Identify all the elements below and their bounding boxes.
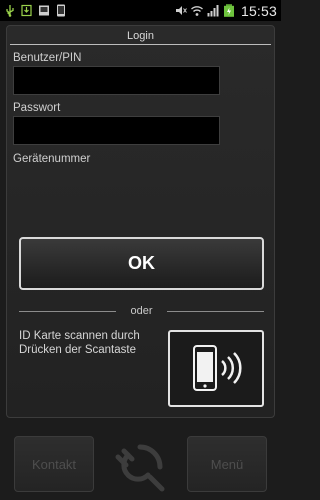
ok-button[interactable]: OK [19,237,264,290]
login-panel: Login Benutzer/PIN Passwort Gerätenummer… [6,25,275,418]
menu-button[interactable]: Menü [187,436,267,492]
password-label: Passwort [13,102,61,114]
or-divider: oder [19,304,264,318]
login-title: Login [127,30,154,42]
status-bar: 15:53 [0,0,281,21]
usb-icon [4,4,16,17]
signal-icon [207,4,219,17]
wifi-icon [191,4,203,17]
notification-icons [4,4,67,17]
username-input[interactable] [13,66,220,95]
nfc-phone-icon [193,344,242,391]
header-divider [10,44,271,45]
gallery-icon [38,4,50,17]
scan-card-button[interactable] [168,330,264,407]
mute-icon [175,4,187,17]
phone-icon [55,4,67,17]
plug-logo-icon [110,439,170,494]
download-icon [21,4,33,17]
divider-line-left [19,310,117,312]
login-header: Login [7,26,274,46]
device-number-label: Gerätenummer [13,153,91,165]
divider-line-right [166,310,264,312]
system-icons: 15:53 [175,3,277,19]
scan-instructions: ID Karte scannen durch Drücken der Scant… [19,330,140,356]
clock-time: 15:53 [240,2,277,19]
battery-icon [223,4,235,17]
or-label: oder [130,305,153,317]
password-input[interactable] [13,116,220,145]
username-label: Benutzer/PIN [13,52,82,64]
contact-button[interactable]: Kontakt [14,436,94,492]
